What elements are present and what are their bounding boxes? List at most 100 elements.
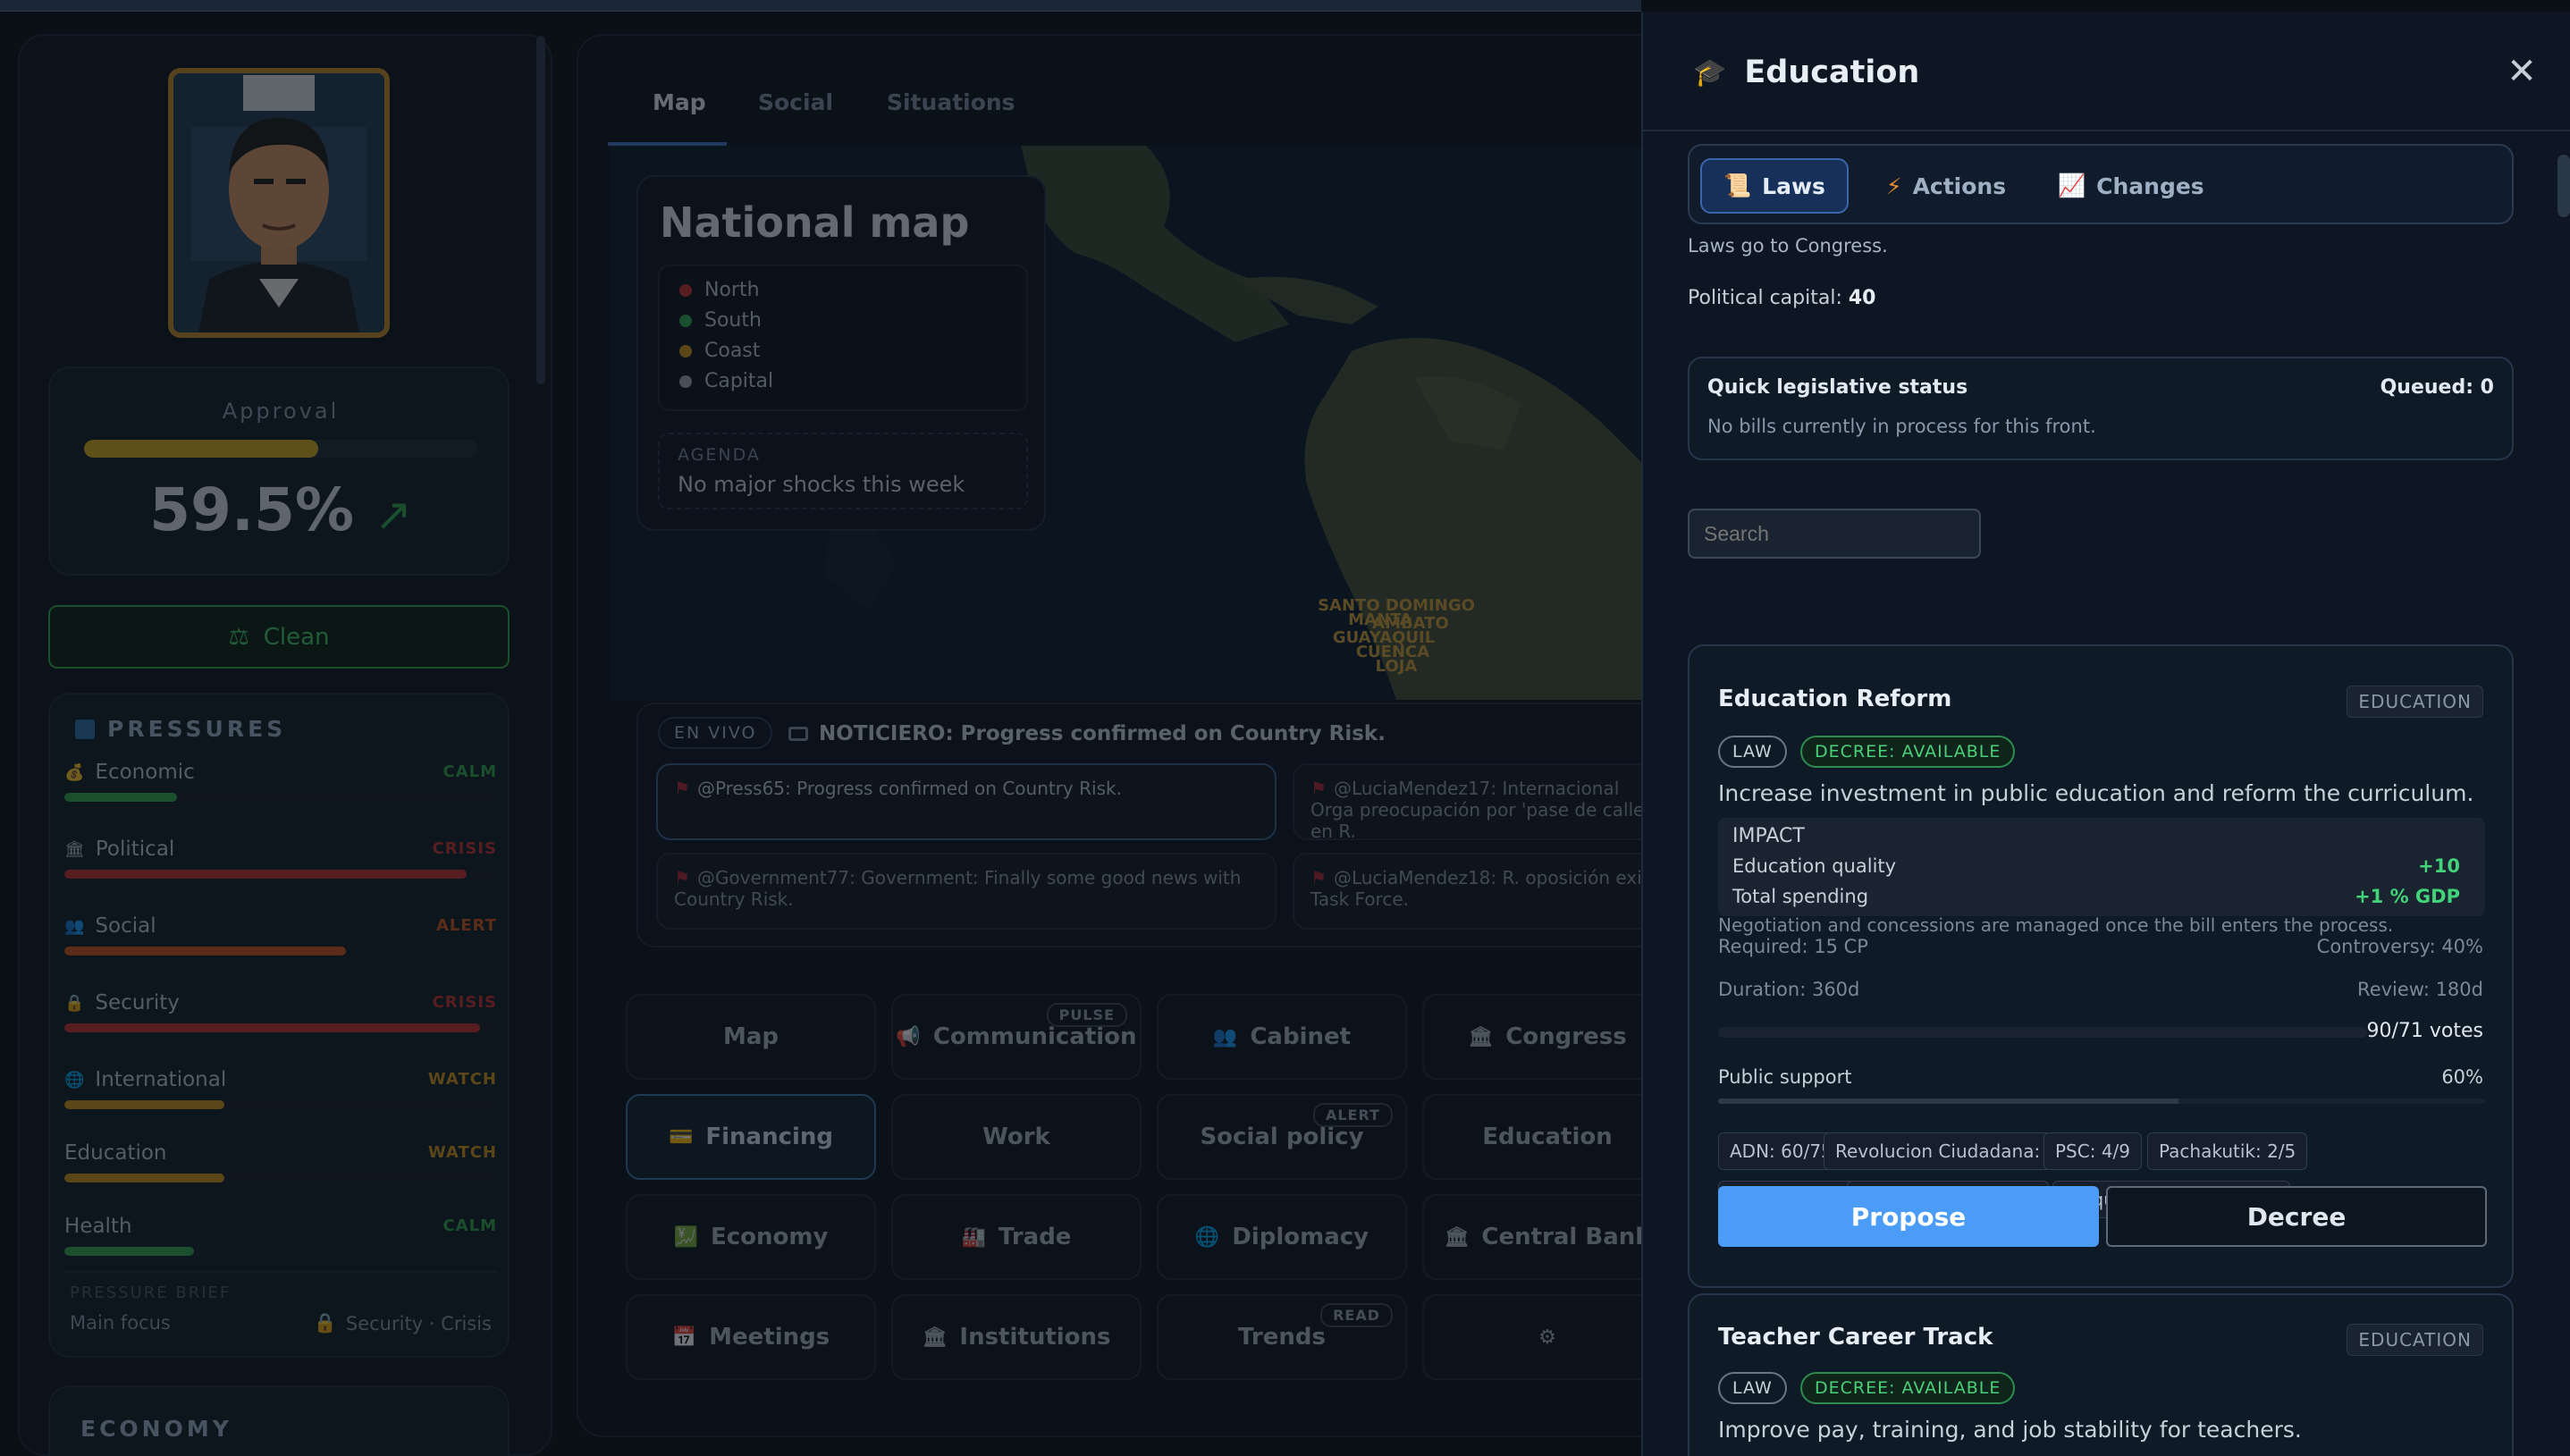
pressure-fill [64, 1174, 225, 1182]
card-icon: 💳 [668, 1125, 694, 1149]
nav-button-label: Trade [998, 1224, 1072, 1250]
decree-button[interactable]: Decree [2106, 1186, 2487, 1247]
pressure-fill [64, 947, 346, 955]
news-feed: EN VIVO NOTICIERO: Progress confirmed on… [636, 703, 1673, 947]
pressure-row-health[interactable]: Health CALM [64, 1208, 497, 1261]
pressure-row-economic[interactable]: 💰 Economic CALM [64, 753, 497, 807]
nav-button-label: Work [982, 1124, 1050, 1150]
nav-button-financing[interactable]: 💳 Financing [626, 1094, 876, 1180]
news-post[interactable]: ⚑ @LuciaMendez18: R. oposición exige Task… [1293, 853, 1672, 930]
impact-value: +10 [2418, 855, 2460, 877]
impact-value: +1 % GDP [2355, 886, 2460, 907]
pressure-status: CALM [442, 762, 497, 781]
pressure-name-text: Political [95, 837, 175, 861]
controversy: Controversy: 40% [2316, 936, 2483, 957]
agenda-value: No major shocks this week [678, 472, 965, 497]
nav-button-label: Cabinet [1250, 1023, 1352, 1050]
news-post[interactable]: ⚑ @LuciaMendez17: Internacional Orga preo… [1293, 763, 1672, 840]
pressure-track [64, 870, 497, 879]
pressure-row-education[interactable]: Education WATCH [64, 1134, 497, 1188]
graduation-cap-icon: 🎓 [1693, 56, 1727, 88]
legend-dot [679, 314, 692, 327]
pressure-fill [64, 1100, 225, 1109]
legend-label: Capital [704, 370, 774, 392]
nav-button-economy[interactable]: 💹 Economy [626, 1194, 876, 1280]
propose-button[interactable]: Propose [1718, 1186, 2099, 1247]
pressure-fill [64, 870, 468, 879]
public-support-value: 60% [2441, 1066, 2483, 1088]
nav-button-label: Congress [1505, 1023, 1627, 1050]
tab-changes-label: Changes [2096, 173, 2204, 199]
nav-button-communication[interactable]: 📢 Communication PULSE [891, 994, 1142, 1080]
nav-button-social-policy[interactable]: Social policy ALERT [1157, 1094, 1407, 1180]
status-clean-label: Clean [263, 623, 330, 651]
nav-button-map[interactable]: Map [626, 994, 876, 1080]
news-post[interactable]: ⚑ @Government77: Government: Finally some… [656, 853, 1277, 930]
nav-button-cabinet[interactable]: 👥 Cabinet [1157, 994, 1407, 1080]
panel-title-text: Education [1744, 55, 1920, 90]
law-card-education-reform: Education Reform EDUCATION LAW DECREE: A… [1688, 644, 2514, 1288]
tab-laws[interactable]: 📜 Laws [1700, 158, 1849, 214]
panel-header: 🎓 Education ✕ [1643, 12, 2570, 131]
nav-button-congress[interactable]: 🏛 Congress [1422, 994, 1673, 1080]
people-icon: 👥 [64, 916, 85, 936]
national-map-title: National map [660, 198, 970, 247]
pressure-name: 💰 Economic [64, 761, 195, 784]
chart-icon [75, 719, 95, 739]
tab-situations[interactable]: Situations [887, 89, 1015, 115]
political-capital: Political capital: 40 [1688, 287, 1876, 309]
pressure-row-security[interactable]: 🔒 Security CRISIS [64, 984, 497, 1038]
tab-actions[interactable]: ⚡ Actions [1865, 158, 2027, 214]
avatar [173, 73, 384, 332]
close-icon[interactable]: ✕ [2506, 54, 2538, 89]
pressure-status: CRISIS [432, 993, 497, 1012]
news-post-text: @LuciaMendez18: R. oposición exige Task … [1310, 867, 1664, 910]
pressure-row-political[interactable]: 🏛 Political CRISIS [64, 830, 497, 884]
pressure-row-international[interactable]: 🌐 International WATCH [64, 1061, 497, 1115]
pressure-name-text: Security [95, 991, 180, 1014]
nav-button-diplomacy[interactable]: 🌐 Diplomacy [1157, 1194, 1407, 1280]
legend-item-coast: Coast [679, 340, 760, 362]
calendar-icon: 📅 [671, 1326, 697, 1349]
nav-button-education[interactable]: Education [1422, 1094, 1673, 1180]
left-scrollbar[interactable] [536, 36, 545, 384]
nav-button-badge: READ [1320, 1303, 1393, 1327]
pressure-name-text: Health [64, 1215, 132, 1238]
lightning-icon: ⚡ [1886, 173, 1902, 199]
nav-button-institutions[interactable]: 🏛 Institutions [891, 1294, 1142, 1380]
pressure-track [64, 1174, 497, 1182]
nav-button-badge: ALERT [1312, 1103, 1393, 1127]
pressure-name-text: Economic [95, 761, 195, 784]
pressure-fill [64, 1023, 480, 1032]
tab-changes[interactable]: 📈 Changes [2036, 158, 2226, 214]
map-legend: North South Coast Capital [658, 265, 1028, 411]
pressure-name-text: International [95, 1068, 227, 1091]
nav-button-trade[interactable]: 🏭 Trade [891, 1194, 1142, 1280]
tab-social[interactable]: Social [758, 89, 833, 115]
pressure-row-social[interactable]: 👥 Social ALERT [64, 907, 497, 961]
people-icon: 👥 [1212, 1025, 1238, 1048]
flag-icon: ⚑ [1310, 867, 1327, 888]
flag-icon: ⚑ [1310, 778, 1327, 799]
legend-item-north: North [679, 279, 760, 301]
nav-button-meetings[interactable]: 📅 Meetings [626, 1294, 876, 1380]
nav-button-work[interactable]: Work [891, 1094, 1142, 1180]
news-post[interactable]: ⚑ @Press65: Progress confirmed on Country… [656, 763, 1277, 840]
settings-button[interactable]: ⚙ [1422, 1294, 1673, 1380]
national-map-card: National map North South Coast Capital AGEN… [636, 175, 1046, 531]
nav-button-central-bank[interactable]: 🏛 Central Bank [1422, 1194, 1673, 1280]
nav-button-label: Financing [705, 1124, 834, 1150]
pressure-name: Health [64, 1215, 132, 1238]
pressure-name: 👥 Social [64, 914, 156, 938]
panel-scrollbar[interactable] [2557, 155, 2570, 217]
pressure-track [64, 1100, 497, 1109]
search-input[interactable] [1688, 509, 1981, 559]
nav-button-label: Economy [710, 1224, 829, 1250]
law-category-badge: EDUCATION [2347, 686, 2483, 718]
status-clean-button[interactable]: ⚖ Clean [48, 605, 510, 669]
tab-map[interactable]: Map [653, 89, 706, 115]
impact-label: Total spending [1732, 886, 1869, 907]
lock-icon: 🔒 [64, 993, 85, 1013]
globe-icon: 🌐 [1194, 1225, 1220, 1249]
nav-button-trends[interactable]: Trends READ [1157, 1294, 1407, 1380]
